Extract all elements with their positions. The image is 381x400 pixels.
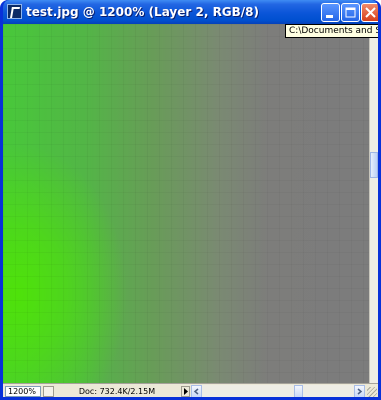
minimize-button[interactable] — [321, 3, 340, 22]
scroll-right-button[interactable] — [354, 385, 365, 397]
status-menu-arrow[interactable] — [181, 386, 190, 397]
vertical-scroll-thumb[interactable] — [370, 152, 378, 178]
chevron-right-icon — [357, 388, 363, 395]
resize-grip[interactable] — [367, 387, 377, 397]
close-icon — [365, 7, 376, 18]
status-bar: 1200% Doc: 732.4K/2.15M — [3, 383, 378, 397]
photoshop-document-icon[interactable] — [7, 4, 22, 19]
status-info-icon[interactable] — [43, 386, 54, 397]
title-bar[interactable]: test.jpg @ 1200% (Layer 2, RGB/8) — [3, 0, 378, 24]
scroll-left-button[interactable] — [191, 385, 202, 397]
document-size-info: Doc: 732.4K/2.15M — [55, 386, 179, 397]
horizontal-scroll-thumb[interactable] — [294, 385, 303, 397]
window-title: test.jpg @ 1200% (Layer 2, RGB/8) — [26, 5, 260, 19]
vertical-scrollbar[interactable] — [369, 24, 378, 383]
maximize-icon — [345, 7, 356, 18]
close-button[interactable] — [361, 3, 378, 22]
chevron-left-icon — [193, 388, 199, 395]
document-window: test.jpg @ 1200% (Layer 2, RGB/8) C:\Doc… — [0, 0, 381, 400]
image-canvas[interactable] — [3, 24, 369, 383]
maximize-button[interactable] — [341, 3, 360, 22]
horizontal-scrollbar[interactable] — [191, 385, 365, 397]
zoom-level-field[interactable]: 1200% — [5, 386, 41, 397]
minimize-icon — [326, 15, 333, 18]
play-arrow-icon — [184, 388, 188, 395]
path-tooltip: C:\Documents and Settings — [285, 24, 378, 38]
